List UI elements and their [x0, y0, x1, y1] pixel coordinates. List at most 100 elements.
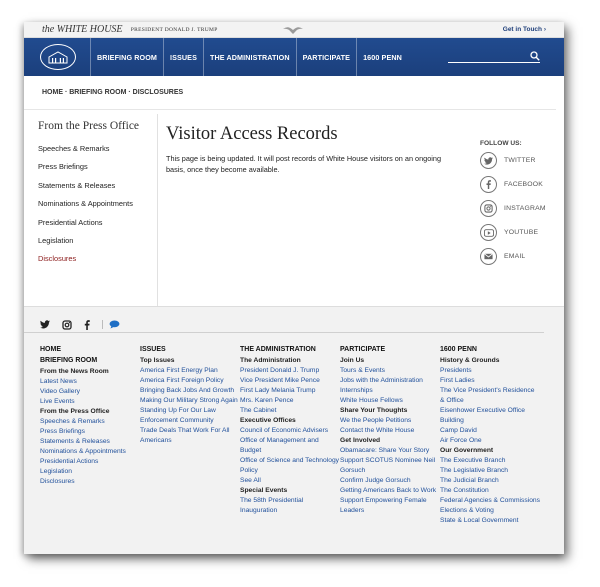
footer-subheading: Share Your Thoughts: [340, 407, 408, 414]
footer-link[interactable]: Internships: [340, 386, 440, 396]
footer-link[interactable]: Making Our Military Strong Again: [140, 396, 240, 406]
breadcrumb-home[interactable]: HOME: [42, 89, 63, 96]
facebook-icon[interactable]: [84, 319, 90, 330]
footer-link[interactable]: Presidents: [440, 366, 540, 376]
follow-instagram[interactable]: INSTAGRAM: [480, 200, 564, 217]
footer-link[interactable]: Confirm Judge Gorsuch: [340, 476, 440, 486]
footer-link[interactable]: The Cabinet: [240, 406, 340, 416]
get-in-touch-link[interactable]: Get in Touch ›: [503, 26, 546, 33]
sidebar-item-disclosures[interactable]: Disclosures: [38, 254, 157, 263]
footer-link[interactable]: Support SCOTUS Nominee Neil Gorsuch: [340, 456, 440, 476]
white-house-icon: [48, 51, 68, 64]
footer-link[interactable]: Video Gallery: [40, 387, 140, 397]
footer-column-title[interactable]: 1600 PENN: [440, 345, 540, 354]
footer-link[interactable]: The Executive Branch: [440, 456, 540, 466]
site-brand[interactable]: the WHITE HOUSE PRESIDENT DONALD J. TRUM…: [42, 24, 218, 35]
footer-link[interactable]: First Ladies: [440, 376, 540, 386]
footer-link[interactable]: The Vice President's Residence & Office: [440, 386, 540, 406]
follow-twitter[interactable]: TWITTER: [480, 152, 564, 169]
footer-link[interactable]: Standing Up For Our Law Enforcement Comm…: [140, 406, 240, 426]
nav-the-administration[interactable]: THE ADMINISTRATION: [202, 38, 296, 76]
footer-link[interactable]: President Donald J. Trump: [240, 366, 340, 376]
footer-link[interactable]: Camp David: [440, 426, 540, 436]
footer-link[interactable]: Trade Deals That Work For All Americans: [140, 426, 240, 446]
white-house-logo[interactable]: [40, 44, 76, 70]
footer-link[interactable]: Obamacare: Share Your Story: [340, 446, 440, 456]
footer-link[interactable]: America First Foreign Policy: [140, 376, 240, 386]
footer-link[interactable]: State & Local Government: [440, 516, 540, 526]
footer-link[interactable]: The Constitution: [440, 486, 540, 496]
nav-participate[interactable]: PARTICIPATE: [295, 38, 356, 76]
footer-link[interactable]: First Lady Melania Trump: [240, 386, 340, 396]
footer-link[interactable]: Presidential Actions: [40, 457, 140, 467]
footer-link[interactable]: Mrs. Karen Pence: [240, 396, 340, 406]
follow-facebook[interactable]: FACEBOOK: [480, 176, 564, 193]
footer-link[interactable]: Council of Economic Advisers: [240, 426, 340, 436]
footer-link[interactable]: Speeches & Remarks: [40, 417, 140, 427]
sidebar-item-speeches-remarks[interactable]: Speeches & Remarks: [38, 144, 157, 153]
footer-subheading: Our Government: [440, 447, 494, 454]
footer-subheading: Executive Offices: [240, 417, 296, 424]
sidebar-item-presidential-actions[interactable]: Presidential Actions: [38, 218, 157, 227]
follow-youtube[interactable]: YOUTUBE: [480, 224, 564, 241]
footer-subheading: Special Events: [240, 487, 288, 494]
footer-col-participate: PARTICIPATE Join Us Tours & Events Jobs wit…: [340, 345, 440, 526]
chat-icon[interactable]: [102, 320, 120, 329]
footer-link[interactable]: Live Events: [40, 397, 140, 407]
footer-link[interactable]: The Legislative Branch: [440, 466, 540, 476]
footer-link[interactable]: Jobs with the Administration: [340, 376, 440, 386]
footer-columns: HOME BRIEFING ROOM From the News Room Lates…: [24, 333, 564, 526]
footer-col-home: HOME BRIEFING ROOM From the News Room Lates…: [40, 345, 140, 526]
footer-link[interactable]: Legislation: [40, 467, 140, 477]
footer-subheading: Top Issues: [140, 357, 175, 364]
sidebar-item-legislation[interactable]: Legislation: [38, 236, 157, 245]
nav-1600-penn[interactable]: 1600 PENN: [356, 38, 408, 76]
footer-link[interactable]: Getting Americans Back to Work: [340, 486, 440, 496]
nav-briefing-room[interactable]: BRIEFING ROOM: [90, 38, 163, 76]
footer-link[interactable]: Press Briefings: [40, 427, 140, 437]
footer-link[interactable]: Contact the White House: [340, 426, 440, 436]
footer-link[interactable]: We the People Petitions: [340, 416, 440, 426]
instagram-icon[interactable]: [62, 319, 72, 330]
footer-link[interactable]: Elections & Voting: [440, 506, 540, 516]
breadcrumb-briefing-room[interactable]: BRIEFING ROOM: [69, 89, 126, 96]
follow-email[interactable]: EMAIL: [480, 248, 564, 265]
footer-link[interactable]: Bringing Back Jobs And Growth: [140, 386, 240, 396]
sidebar-item-statements-releases[interactable]: Statements & Releases: [38, 181, 157, 190]
footer-column-title[interactable]: HOME: [40, 345, 140, 354]
browser-page: the WHITE HOUSE PRESIDENT DONALD J. TRUM…: [24, 22, 564, 554]
footer-subheading[interactable]: BRIEFING ROOM: [40, 356, 140, 365]
footer-subheading: History & Grounds: [440, 357, 500, 364]
footer-link[interactable]: Air Force One: [440, 436, 540, 446]
footer-link[interactable]: Tours & Events: [340, 366, 440, 376]
footer-link[interactable]: White House Fellows: [340, 396, 440, 406]
footer-column-title[interactable]: PARTICIPATE: [340, 345, 440, 354]
footer-social: [24, 307, 544, 333]
footer-link[interactable]: Vice President Mike Pence: [240, 376, 340, 386]
footer-link[interactable]: Statements & Releases: [40, 437, 140, 447]
footer-link[interactable]: Office of Science and Technology Policy: [240, 456, 340, 476]
footer-link[interactable]: Eisenhower Executive Office Building: [440, 406, 540, 426]
instagram-icon: [480, 200, 497, 217]
footer-column-title[interactable]: THE ADMINISTRATION: [240, 345, 340, 354]
footer-column-title[interactable]: ISSUES: [140, 345, 240, 354]
search-input[interactable]: [452, 52, 530, 59]
follow-us: FOLLOW US: TWITTER FACEBOOK INSTAGRAM YO…: [480, 140, 564, 272]
footer-link[interactable]: Latest News: [40, 377, 140, 387]
footer-link[interactable]: The 58th Presidential Inauguration: [240, 496, 340, 516]
footer-link[interactable]: America First Energy Plan: [140, 366, 240, 376]
breadcrumb-disclosures: DISCLOSURES: [132, 89, 184, 96]
footer-link[interactable]: Office of Management and Budget: [240, 436, 340, 456]
footer-link[interactable]: See All: [240, 476, 340, 486]
footer-link[interactable]: The Judicial Branch: [440, 476, 540, 486]
follow-facebook-label: FACEBOOK: [504, 181, 543, 188]
footer-link[interactable]: Support Empowering Female Leaders: [340, 496, 440, 516]
footer-link[interactable]: Nominations & Appointments: [40, 447, 140, 457]
search-icon[interactable]: [530, 50, 540, 61]
sidebar-item-nominations-appointments[interactable]: Nominations & Appointments: [38, 199, 157, 208]
footer-link[interactable]: Federal Agencies & Commissions: [440, 496, 540, 506]
footer-link[interactable]: Disclosures: [40, 477, 140, 487]
sidebar-item-press-briefings[interactable]: Press Briefings: [38, 162, 157, 171]
twitter-icon[interactable]: [40, 320, 50, 329]
nav-issues[interactable]: ISSUES: [163, 38, 203, 76]
